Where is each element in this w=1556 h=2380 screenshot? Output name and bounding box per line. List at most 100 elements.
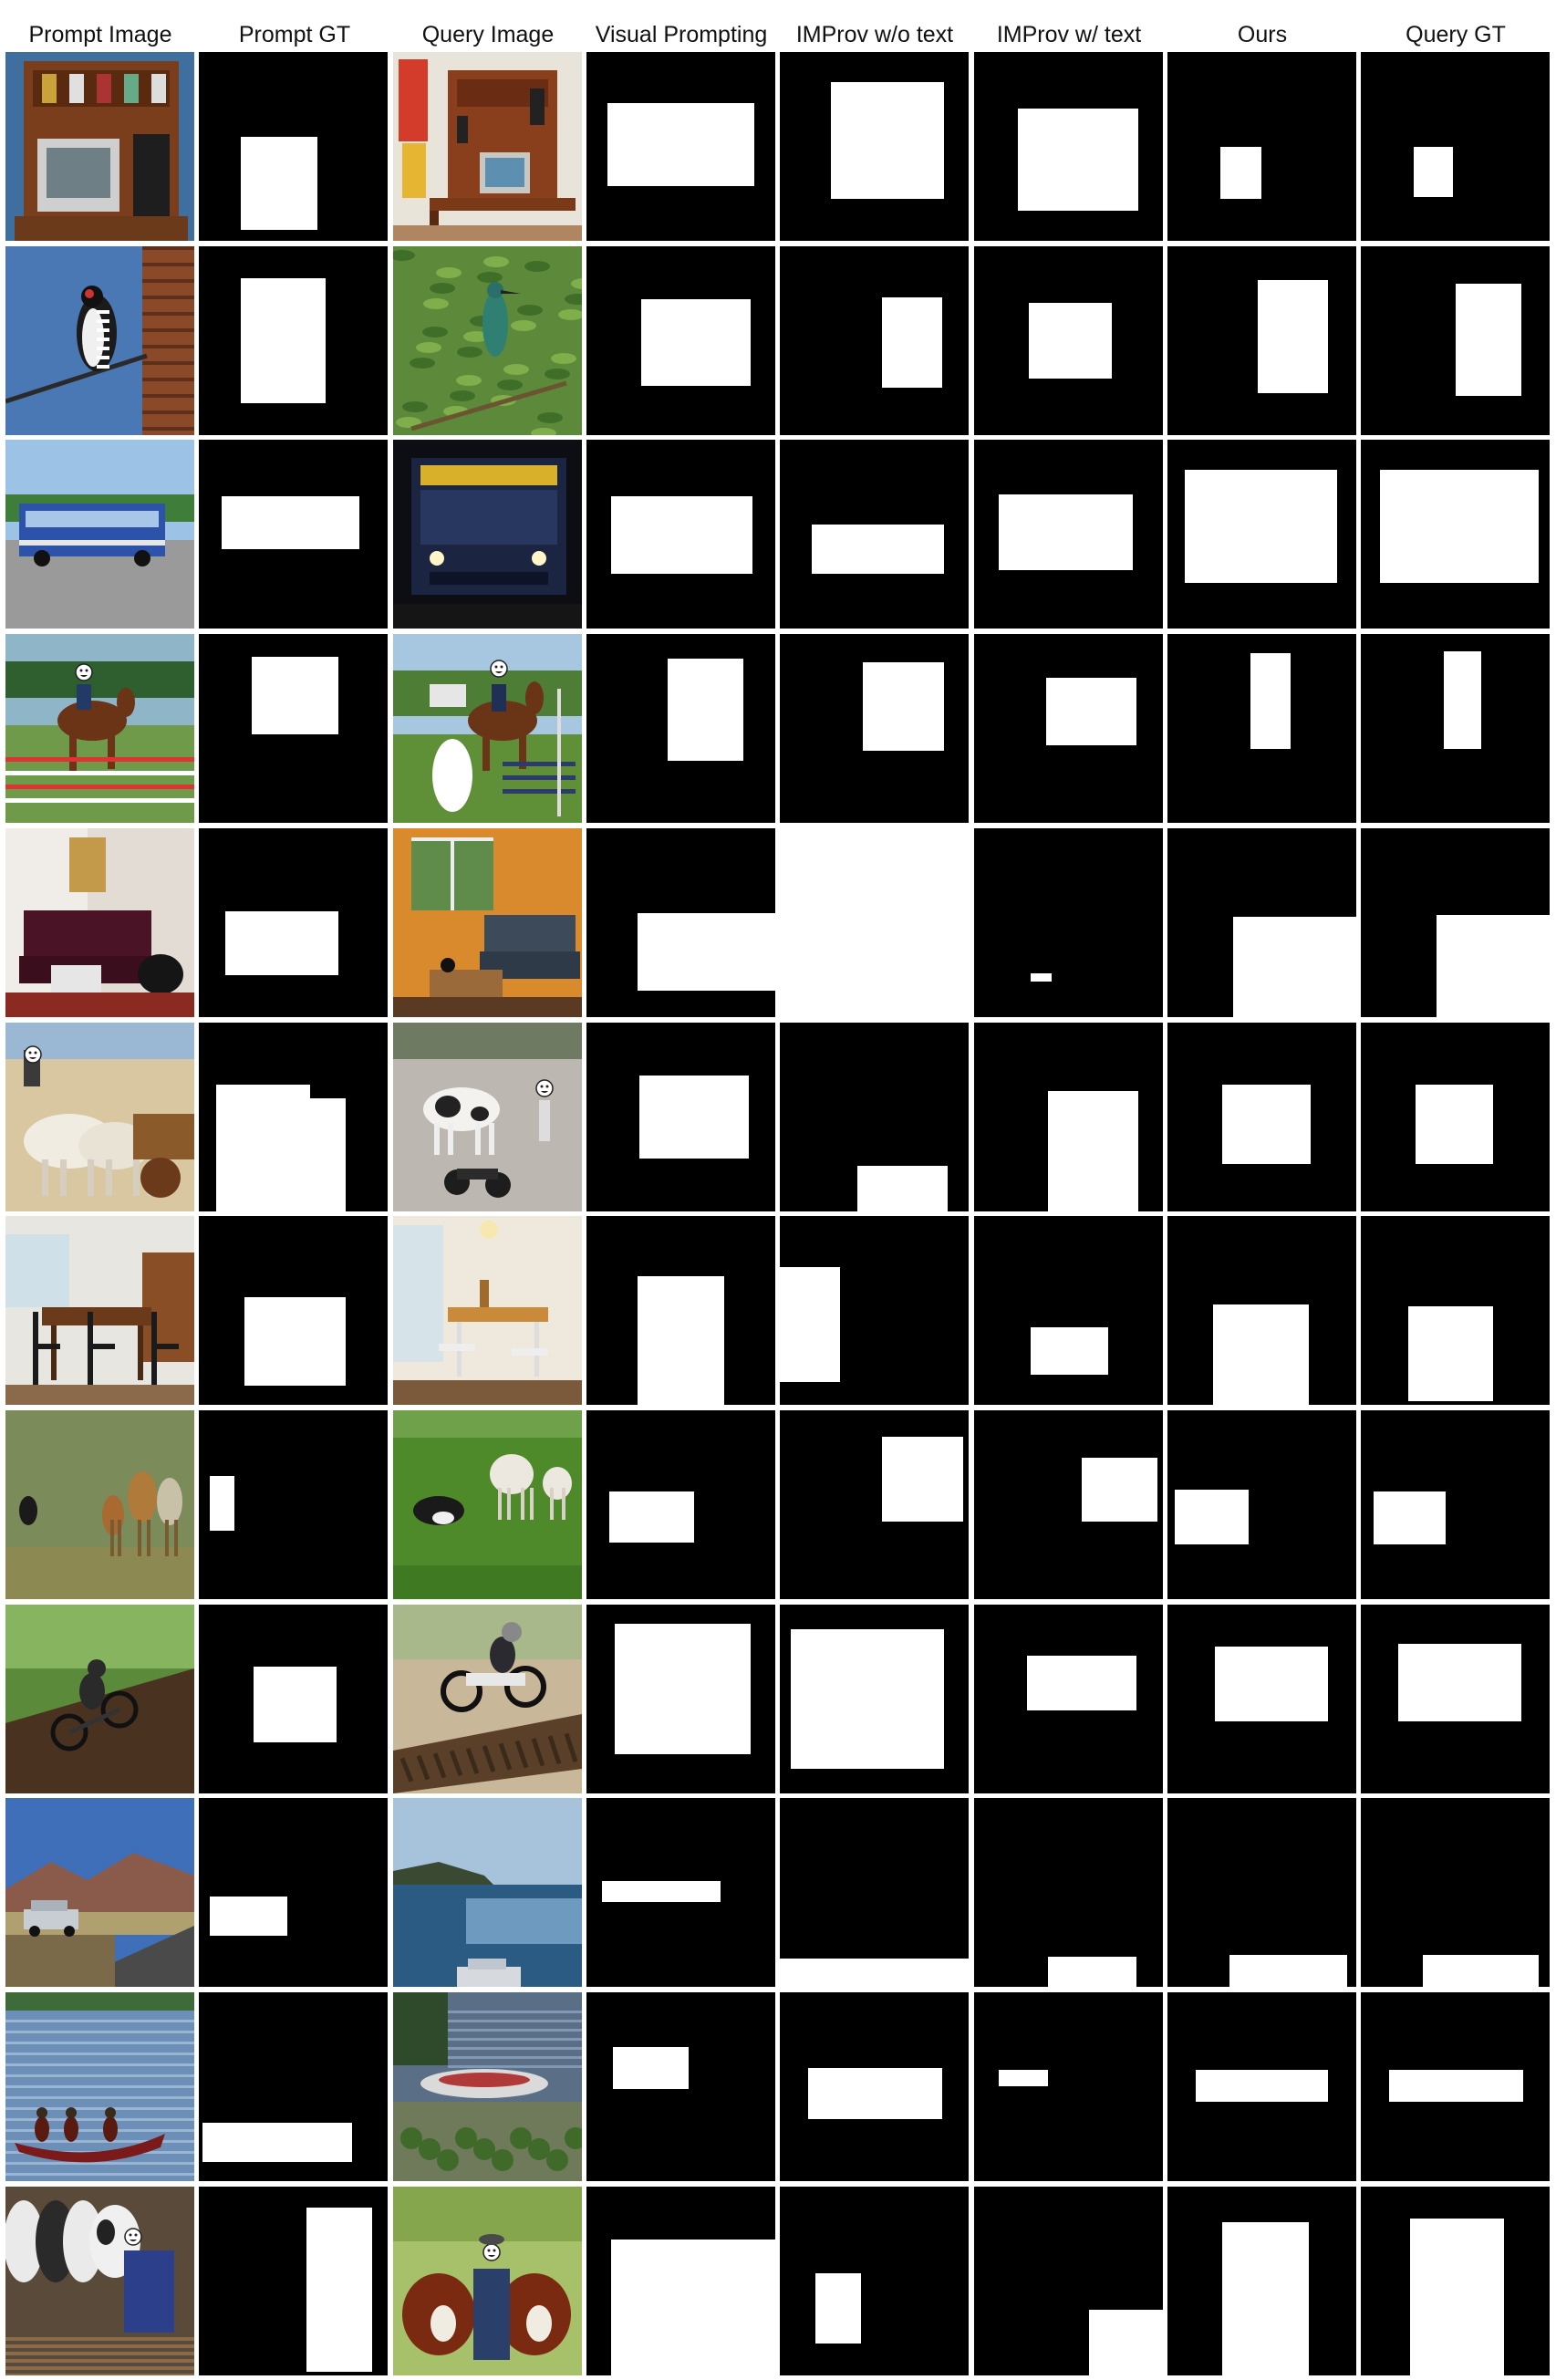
mask-region [1047,1090,1139,1211]
improv-w-text-cell-row-4 [974,634,1163,823]
ours-cell-row-4 [1167,634,1356,823]
ours-cell-row-11 [1167,1992,1356,2181]
ours-cell-row-1 [1167,52,1356,241]
prompt-photo [5,828,194,1017]
query-image-cell-row-5 [393,828,582,1017]
ours-cell-row-7 [1167,1216,1356,1405]
mask-region [1214,1646,1328,1722]
improv-wo-text-cell-row-4 [780,634,969,823]
prompt-gt-cell-row-12 [199,2187,388,2375]
improv-w-text-cell-row-9 [974,1605,1163,1793]
prompt-gt-cell-row-7 [199,1216,388,1405]
query-photo [393,1605,582,1793]
query-photo [393,1216,582,1405]
mask-region [1196,2069,1328,2103]
mask-region [615,1623,752,1754]
mask-region [1081,1457,1157,1523]
improv-w-text-cell-row-3 [974,440,1163,629]
prompt-gt-cell-row-6 [199,1023,388,1211]
column-header-visual-prompting: Visual Prompting [595,22,768,47]
mask-region [830,82,945,200]
mask-region [210,1896,288,1937]
prompt-gt-cell-row-2 [199,246,388,435]
mask-region [1175,1489,1249,1544]
mask-region [1250,652,1291,750]
query-photo [393,52,582,241]
mask-region [306,2207,373,2372]
query-photo [393,634,582,823]
visual-prompting-cell-row-1 [586,52,775,241]
prompt-image-cell-row-2 [5,246,194,435]
prompt-photo [5,1798,194,1987]
mask-region [856,1166,949,1211]
query-gt-cell-row-7 [1361,1216,1550,1405]
query-gt-cell-row-8 [1361,1410,1550,1599]
mask-region [1222,2222,1310,2375]
mask-region [998,494,1133,570]
prompt-photo [5,1023,194,1211]
mask-region [1017,109,1139,211]
mask-region [780,1958,969,1987]
mask-region [1045,677,1137,746]
mask-region [202,2122,352,2163]
ours-cell-row-9 [1167,1605,1356,1793]
mask-region [1089,2309,1163,2375]
mask-region [637,1276,725,1405]
mask-region [1389,2069,1524,2103]
query-gt-cell-row-1 [1361,52,1550,241]
query-image-cell-row-6 [393,1023,582,1211]
query-gt-cell-row-9 [1361,1605,1550,1793]
query-photo [393,1798,582,1987]
mask-region [1212,1304,1310,1405]
prompt-photo [5,1992,194,2181]
mask-region [1047,1956,1136,1987]
ours-cell-row-5 [1167,828,1356,1017]
mask-region [1413,146,1454,198]
mask-region [1444,650,1482,750]
mask-region [1029,303,1113,379]
mask-region [251,656,339,734]
mask-region [610,496,753,574]
prompt-image-cell-row-12 [5,2187,194,2375]
column-header-prompt-gt: Prompt GT [238,22,351,47]
improv-wo-text-cell-row-5 [780,828,969,1017]
mask-region [1374,1491,1447,1544]
query-image-cell-row-4 [393,634,582,823]
improv-wo-text-cell-row-10 [780,1798,969,1987]
improv-wo-text-cell-row-11 [780,1992,969,2181]
prompt-gt-cell-row-1 [199,52,388,241]
prompt-gt-cell-row-11 [199,1992,388,2181]
query-gt-cell-row-4 [1361,634,1550,823]
mask-region [240,137,318,230]
prompt-image-cell-row-3 [5,440,194,629]
column-header-prompt-image: Prompt Image [28,22,172,47]
mask-region [808,2067,943,2119]
mask-region [638,1075,749,1159]
mask-region [1258,280,1328,394]
mask-region [815,2273,861,2344]
visual-prompting-cell-row-10 [586,1798,775,1987]
mask-region [1219,146,1262,200]
mask-region [244,1297,347,1387]
query-image-cell-row-11 [393,1992,582,2181]
prompt-image-cell-row-6 [5,1023,194,1211]
visual-prompting-cell-row-4 [586,634,775,823]
ours-cell-row-12 [1167,2187,1356,2375]
query-photo [393,1992,582,2181]
column-header-improv-w-text: IMProv w/ text [996,22,1142,47]
query-image-cell-row-12 [393,2187,582,2375]
query-image-cell-row-2 [393,246,582,435]
mask-region [240,278,326,403]
query-gt-cell-row-5 [1361,828,1550,1017]
ours-cell-row-6 [1167,1023,1356,1211]
mask-region [1184,470,1338,584]
mask-region [254,1667,337,1743]
improv-w-text-cell-row-6 [974,1023,1163,1211]
mask-region [1416,1085,1493,1165]
ours-cell-row-10 [1167,1798,1356,1987]
mask-region [1031,973,1052,982]
prompt-photo [5,634,194,823]
mask-region [1455,284,1521,396]
prompt-image-cell-row-8 [5,1410,194,1599]
improv-w-text-cell-row-5 [974,828,1163,1017]
